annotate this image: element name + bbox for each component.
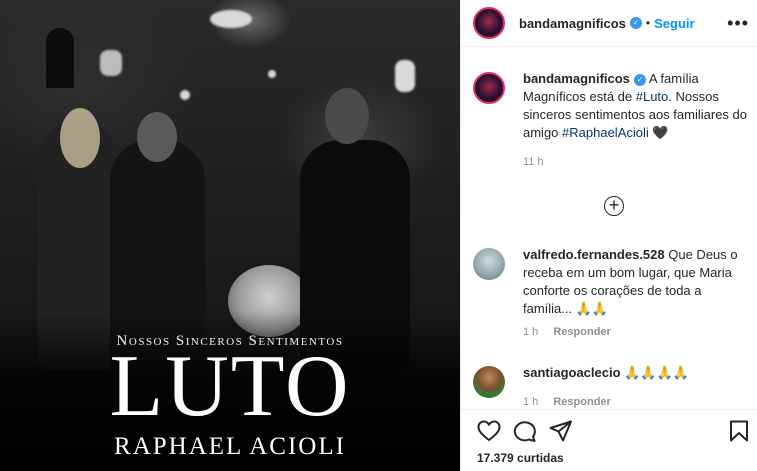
person-man-right-head xyxy=(325,88,369,144)
person-man-center-head xyxy=(137,112,177,162)
caption: bandamagnificos ✓ A família Magníficos es… xyxy=(461,70,757,168)
caption-time[interactable]: 11 h xyxy=(523,156,544,168)
avatar[interactable] xyxy=(473,72,505,104)
light-dot xyxy=(180,90,190,100)
action-bar xyxy=(461,409,757,442)
verified-icon: ✓ xyxy=(629,17,642,29)
image-title: LUTO xyxy=(109,338,351,435)
light-fixture xyxy=(395,60,415,92)
image-name: RAPHAEL ACIOLI xyxy=(114,433,346,460)
comment-username[interactable]: valfredo.fernandes.528 xyxy=(523,247,665,262)
comment-item: valfredo.fernandes.528 Que Deus o receba… xyxy=(461,246,757,338)
load-more-comments-icon[interactable]: + xyxy=(604,196,624,216)
verified-icon: ✓ xyxy=(633,74,646,86)
post-header: bandamagnificos ✓ • Seguir ••• xyxy=(461,0,757,47)
comment-item: santiagoaclecio 🙏🙏🙏🙏 1 h Responder xyxy=(461,364,757,408)
share-icon[interactable] xyxy=(549,420,573,442)
caption-emoji: 🖤 xyxy=(652,125,669,140)
avatar[interactable] xyxy=(473,248,505,280)
header-username[interactable]: bandamagnificos xyxy=(519,16,626,31)
light-dot xyxy=(268,70,276,78)
hashtag-raphaelacioli[interactable]: #RaphaelAcioli xyxy=(562,125,649,140)
person-woman-hair xyxy=(60,108,100,168)
avatar[interactable] xyxy=(473,366,505,398)
comment-time[interactable]: 1 h xyxy=(523,326,538,338)
arch-window xyxy=(46,28,74,88)
reply-button[interactable]: Responder xyxy=(553,326,610,338)
comment-username[interactable]: santiagoaclecio xyxy=(523,365,621,380)
likes-count[interactable]: 17.379 curtidas xyxy=(477,451,564,465)
more-options-icon[interactable]: ••• xyxy=(727,13,749,34)
light-fixture xyxy=(100,50,122,76)
reply-button[interactable]: Responder xyxy=(553,396,610,408)
heart-icon[interactable] xyxy=(477,420,501,442)
post-image[interactable]: Nossos Sinceros Sentimentos LUTO RAPHAEL… xyxy=(0,0,460,471)
separator-dot: • xyxy=(645,16,651,30)
avatar[interactable] xyxy=(473,7,505,39)
comment-icon[interactable] xyxy=(513,420,537,442)
bookmark-icon[interactable] xyxy=(729,420,749,442)
caption-username[interactable]: bandamagnificos xyxy=(523,71,630,86)
hashtag-luto[interactable]: #Luto xyxy=(636,89,669,104)
follow-button[interactable]: Seguir xyxy=(654,16,694,31)
comments-section[interactable]: bandamagnificos ✓ A família Magníficos es… xyxy=(461,70,757,409)
comment-text: 🙏🙏🙏🙏 xyxy=(624,365,689,380)
post-side-panel: bandamagnificos ✓ • Seguir ••• bandamagn… xyxy=(460,0,757,471)
light-fixture xyxy=(210,10,252,28)
instagram-post: Nossos Sinceros Sentimentos LUTO RAPHAEL… xyxy=(0,0,757,471)
comment-time[interactable]: 1 h xyxy=(523,396,538,408)
